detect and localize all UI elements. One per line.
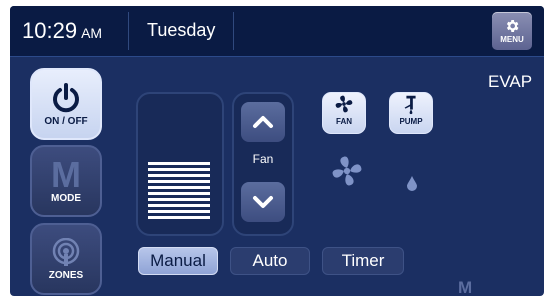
power-button[interactable]: ON / OFF [30,68,102,140]
chevron-up-icon [253,116,273,128]
fan-label: Fan [252,152,274,166]
fan-level-bars [148,162,210,220]
fan-level-panel [136,92,224,236]
divider [128,12,129,50]
fan-toggle-label: FAN [336,117,352,126]
fan-stepper: Fan [232,92,294,236]
clock-time: 10:29 [22,18,78,43]
fan-down-button[interactable] [241,182,285,222]
mode-indicator: M [458,278,473,296]
fan-up-button[interactable] [241,102,285,142]
thermostat-screen: 10:29 AM Tuesday MENU EVAP ON / OFF M MOD… [10,6,544,296]
fan-toggle-button[interactable]: FAN [322,92,366,134]
zones-label: ZONES [48,269,84,281]
divider [233,12,234,50]
fan-icon [335,95,353,113]
tab-timer[interactable]: Timer [322,247,404,275]
menu-button[interactable]: MENU [492,12,532,50]
top-bar: 10:29 AM Tuesday MENU [10,6,544,57]
tab-manual[interactable]: Manual [138,247,218,275]
clock: 10:29 AM [22,18,102,44]
mode-button[interactable]: M MODE [30,145,102,217]
clock-ampm: AM [81,25,103,41]
mode-letter: M [51,153,81,195]
menu-label: MENU [500,35,524,44]
chevron-down-icon [253,196,273,208]
water-drop-icon [407,176,417,191]
power-label: ON / OFF [44,115,88,127]
mode-label: MODE [51,192,81,204]
pump-toggle-button[interactable]: PUMP [389,92,433,134]
gear-icon [506,20,519,32]
tab-auto[interactable]: Auto [230,247,310,275]
day-label: Tuesday [147,20,216,40]
zones-button[interactable]: ZONES [30,223,102,295]
power-icon [53,82,79,112]
mode-display: EVAP [488,72,533,91]
pump-icon [404,95,416,115]
zones-icon [52,237,80,266]
pump-toggle-label: PUMP [399,117,423,126]
fan-status-icon [332,156,362,186]
